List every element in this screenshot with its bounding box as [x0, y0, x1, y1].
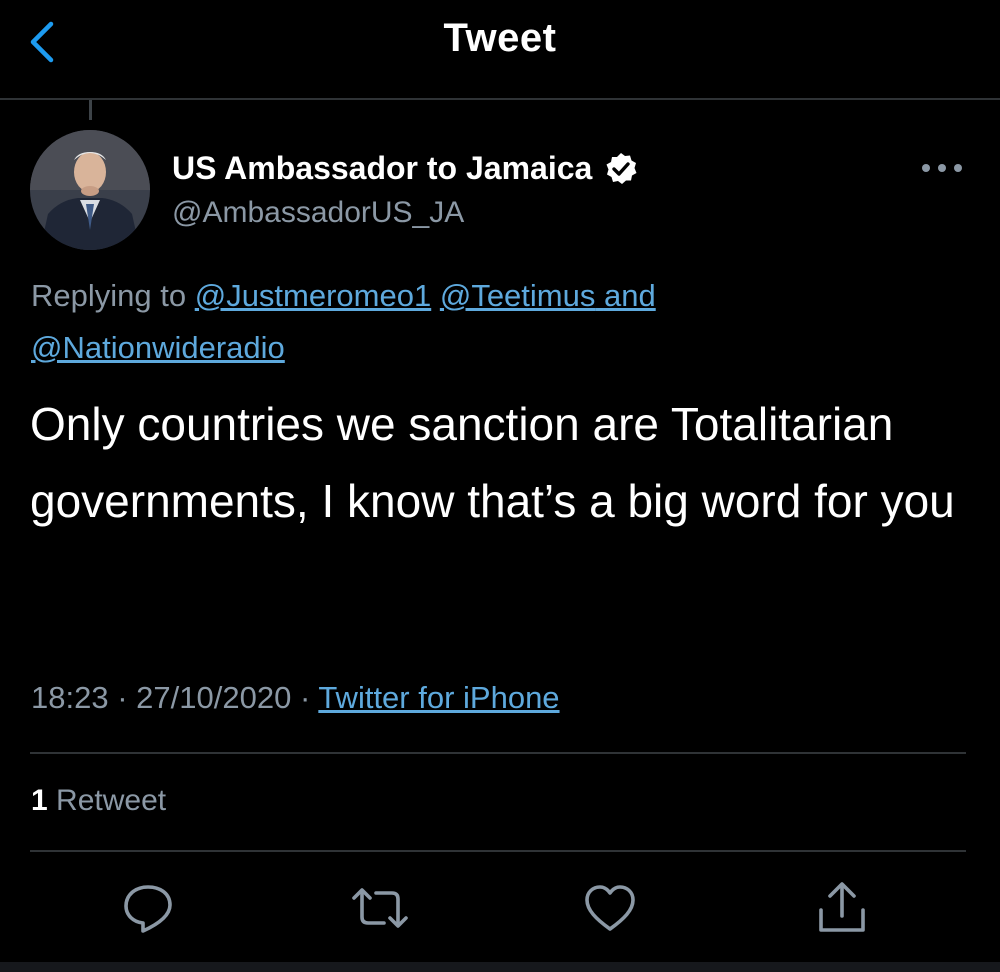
author-name-text: US Ambassador to Jamaica	[172, 150, 593, 186]
tweet-date: 27/10/2020	[136, 680, 292, 715]
thread-connector-line	[89, 100, 92, 120]
tweet-source-link[interactable]: Twitter for iPhone	[318, 680, 559, 715]
divider	[30, 850, 966, 852]
bottom-edge	[0, 962, 1000, 972]
avatar-photo	[30, 130, 150, 250]
meta-separator: ·	[117, 680, 128, 715]
retweet-button[interactable]	[348, 876, 412, 940]
author-handle[interactable]: @AmbassadorUS_JA	[172, 196, 464, 230]
tweet-time: 18:23	[31, 680, 109, 715]
meta-separator: ·	[299, 680, 311, 715]
share-icon	[819, 882, 865, 932]
share-button[interactable]	[810, 876, 874, 940]
more-options-button[interactable]	[912, 148, 972, 188]
mention-conjunction[interactable]: and	[595, 278, 656, 313]
mention-link[interactable]: @Teetimus	[440, 278, 596, 313]
retweet-label: Retweet	[56, 784, 167, 817]
replying-prefix: Replying to	[31, 278, 187, 313]
page-title: Tweet	[443, 16, 557, 60]
retweet-stats[interactable]: 1 Retweet	[31, 784, 166, 818]
more-icon	[922, 164, 962, 172]
divider	[30, 752, 966, 754]
like-button[interactable]	[578, 876, 642, 940]
avatar[interactable]	[30, 130, 150, 250]
reply-icon	[124, 885, 172, 933]
author-display-name[interactable]: US Ambassador to Jamaica	[172, 150, 638, 187]
tweet-meta: 18:23 · 27/10/2020 · Twitter for iPhone	[31, 680, 560, 716]
replying-to-line: Replying to @Justmeromeo1 @Teetimus and …	[31, 270, 971, 374]
top-bar: Tweet	[0, 0, 1000, 100]
verified-badge-icon	[606, 152, 637, 184]
retweet-count: 1	[31, 784, 48, 817]
reply-button[interactable]	[116, 876, 180, 940]
retweet-icon	[352, 888, 408, 928]
like-icon	[585, 885, 635, 931]
tweet-body: Only countries we sanction are Totalitar…	[30, 398, 955, 527]
mention-link[interactable]: @Nationwideradio	[31, 330, 285, 365]
mention-link[interactable]: @Justmeromeo1	[195, 278, 432, 313]
